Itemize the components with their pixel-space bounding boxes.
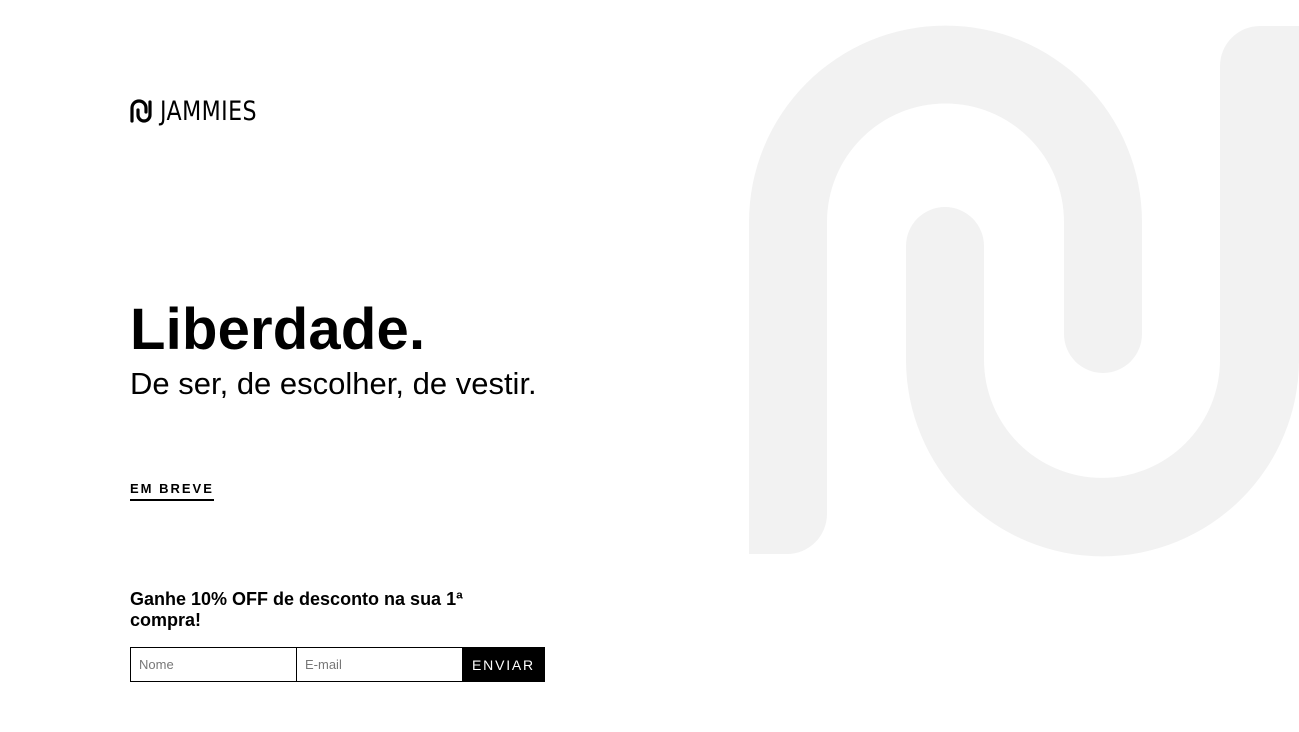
email-input[interactable]	[296, 647, 463, 682]
brand-name: JAMMIES	[160, 96, 257, 127]
page-title: Liberdade.	[130, 297, 426, 362]
newsletter-promo-text: Ganhe 10% OFF de desconto na sua 1ª comp…	[130, 589, 463, 630]
name-input[interactable]	[130, 647, 297, 682]
coming-soon-label: EM BREVE	[130, 481, 214, 501]
newsletter-form: ENVIAR	[130, 647, 545, 682]
brand-logo[interactable]: JAMMIES	[130, 96, 278, 128]
coming-soon-page: JAMMIES Liberdade. De ser, de escolher, …	[0, 0, 1299, 732]
page-subtitle: De ser, de escolher, de vestir.	[130, 366, 537, 401]
submit-button[interactable]: ENVIAR	[462, 647, 545, 682]
jammies-mark-icon	[130, 99, 152, 123]
